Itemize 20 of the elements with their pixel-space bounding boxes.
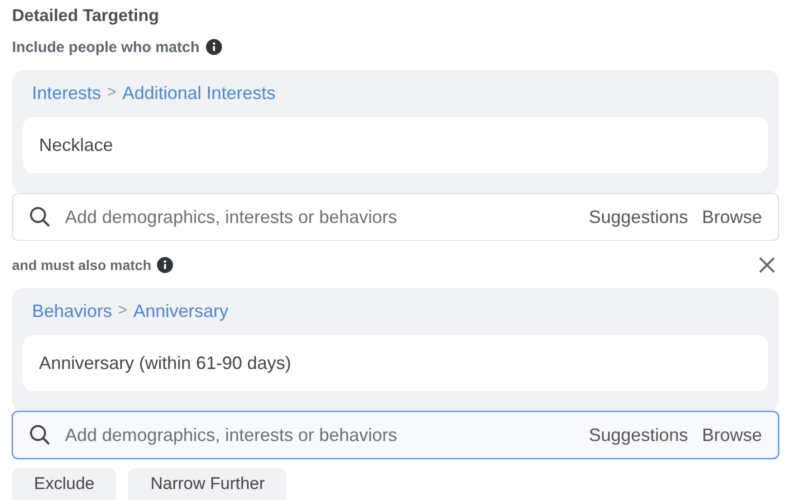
search-field[interactable]: Add demographics, interests or behaviors Suggestions Browse bbox=[12, 411, 779, 459]
info-icon[interactable] bbox=[206, 39, 222, 55]
breadcrumb-separator: > bbox=[118, 302, 128, 320]
search-option-link[interactable]: Suggestions bbox=[588, 424, 688, 446]
info-icon[interactable] bbox=[157, 257, 174, 273]
search-option-link[interactable]: Browse bbox=[702, 206, 762, 228]
breadcrumb-separator: > bbox=[107, 84, 116, 102]
selected-item: Anniversary (within 61-90 days) bbox=[23, 335, 768, 391]
match-label: Include people who match bbox=[12, 38, 200, 56]
action-button[interactable]: Exclude bbox=[12, 468, 116, 500]
search-option-link[interactable]: Suggestions bbox=[588, 206, 688, 228]
search-icon bbox=[29, 206, 51, 228]
selected-item: Necklace bbox=[23, 117, 768, 173]
search-option-link[interactable]: Browse bbox=[702, 424, 762, 446]
action-button[interactable]: Narrow Further bbox=[128, 468, 287, 500]
match-label: and must also match bbox=[12, 257, 152, 273]
search-field[interactable]: Add demographics, interests or behaviors Suggestions Browse bbox=[12, 193, 779, 241]
search-icon bbox=[29, 424, 51, 446]
close-icon[interactable] bbox=[757, 255, 777, 275]
section-title: Detailed Targeting bbox=[12, 6, 160, 26]
